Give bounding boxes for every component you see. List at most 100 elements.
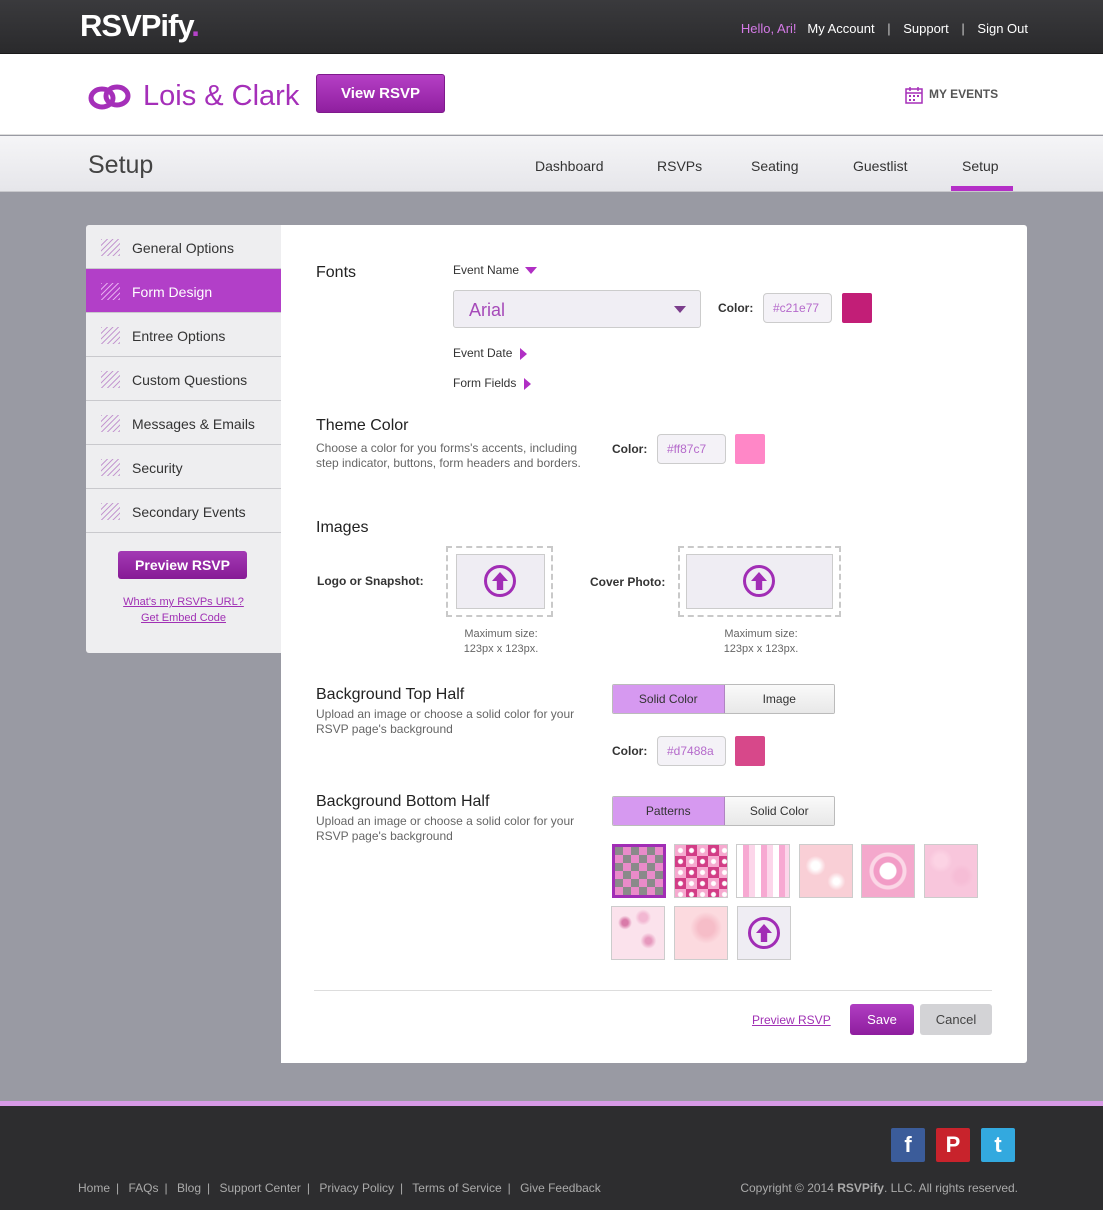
divider [314,990,992,991]
logo-label: Logo or Snapshot: [317,574,424,588]
hatch-icon [101,239,120,256]
bg-top-heading: Background Top Half [316,686,465,703]
pattern-upload[interactable] [737,906,791,960]
sidebar-item-secondary-events[interactable]: Secondary Events [86,489,281,533]
solid-color-option[interactable]: Solid Color [724,797,834,825]
page-title: Setup [88,151,154,179]
chevron-down-icon [674,306,686,313]
hatch-icon [101,371,120,388]
theme-color-heading: Theme Color [316,417,409,434]
my-account-link[interactable]: My Account [807,21,874,36]
fonts-heading: Fonts [316,264,357,281]
patterns-option[interactable]: Patterns [613,797,725,825]
logo-upload-area [456,554,545,609]
sidebar-item-general-options[interactable]: General Options [86,225,281,269]
caret-right-icon [524,377,532,390]
facebook-icon[interactable]: f [891,1128,925,1162]
theme-color-description: Choose a color for you forms's accents, … [316,441,581,470]
bg-top-color-swatch[interactable] [735,736,765,766]
preview-rsvp-link[interactable]: Preview RSVP [752,1013,831,1027]
active-tab-indicator [951,186,1013,191]
font-color-input[interactable]: #c21e77 [763,293,832,323]
rsvp-url-link[interactable]: What's my RSVPs URL? [86,596,281,608]
footer-link-privacy-policy[interactable]: Privacy Policy [319,1181,394,1195]
theme-color-swatch[interactable] [735,434,765,464]
copyright: Copyright © 2014 RSVPify. LLC. All right… [740,1181,1018,1195]
bg-top-color-input[interactable]: #d7488a [657,736,726,766]
font-select[interactable]: Arial [453,290,701,328]
form-fields-toggle[interactable]: Form Fields [453,376,532,390]
footer-link-terms[interactable]: Terms of Service [412,1181,501,1195]
tab-rsvps[interactable]: RSVPs [657,158,702,174]
theme-color-label: Color: [612,442,648,456]
pinterest-icon[interactable]: P [936,1128,970,1162]
footer-link-faqs[interactable]: FAQs [128,1181,158,1195]
images-heading: Images [316,519,369,536]
hatch-icon [101,283,120,300]
logo-max-size: Maximum size: 123px x 123px. [463,628,539,655]
pattern-medallion[interactable] [861,844,915,898]
caret-down-icon [525,267,538,275]
footer-link-feedback[interactable]: Give Feedback [520,1181,601,1195]
nav-bar: Setup Dashboard RSVPs Seating Guestlist … [0,136,1103,192]
footer-link-support-center[interactable]: Support Center [219,1181,300,1195]
bg-top-toggle: Solid Color Image [612,684,835,714]
pattern-paisley[interactable] [611,906,665,960]
preview-rsvp-button[interactable]: Preview RSVP [118,551,247,579]
tab-dashboard[interactable]: Dashboard [535,158,604,174]
hatch-icon [101,503,120,520]
sign-out-link[interactable]: Sign Out [977,21,1028,36]
bg-top-color-label: Color: [612,744,648,758]
hatch-icon [101,459,120,476]
greeting: Hello, Ari! [740,21,797,36]
sidebar-item-custom-questions[interactable]: Custom Questions [86,357,281,401]
view-rsvp-button[interactable]: View RSVP [316,74,445,113]
font-color-swatch[interactable] [842,293,872,323]
my-events-link[interactable]: MY EVENTS [905,86,998,104]
solid-color-option[interactable]: Solid Color [613,685,725,713]
calendar-icon [905,87,923,104]
theme-color-input[interactable]: #ff87c7 [657,434,726,464]
cover-max-size: Maximum size: 123px x 123px. [723,628,799,655]
pattern-stripes[interactable] [736,844,790,898]
cover-upload-dropzone[interactable] [678,546,841,617]
hatch-icon [101,415,120,432]
sidebar-item-security[interactable]: Security [86,445,281,489]
event-name-toggle[interactable]: Event Name [453,263,538,277]
user-links: Hello, Ari! My Account | Support | Sign … [740,21,1028,36]
embed-code-link[interactable]: Get Embed Code [86,612,281,624]
rsvpify-logo[interactable]: RSVPify. [80,8,200,44]
pattern-argyle[interactable] [612,844,666,898]
tab-setup[interactable]: Setup [962,158,999,174]
pattern-snowflake[interactable] [799,844,853,898]
footer-links: Home | FAQs | Blog | Support Center | Privac… [78,1181,601,1195]
sidebar-item-messages-emails[interactable]: Messages & Emails [86,401,281,445]
bg-top-description: Upload an image or choose a solid color … [316,707,575,736]
cancel-button[interactable]: Cancel [920,1004,992,1035]
footer-link-blog[interactable]: Blog [177,1181,201,1195]
bg-bottom-heading: Background Bottom Half [316,793,490,810]
hatch-icon [101,327,120,344]
upload-icon [484,565,516,597]
save-button[interactable]: Save [850,1004,914,1035]
pattern-damask[interactable] [924,844,978,898]
support-link[interactable]: Support [903,21,949,36]
event-date-toggle[interactable]: Event Date [453,346,528,360]
twitter-icon[interactable]: t [981,1128,1015,1162]
cover-upload-area [686,554,833,609]
caret-right-icon [520,347,528,360]
tab-seating[interactable]: Seating [751,158,798,174]
top-bar: RSVPify. Hello, Ari! My Account | Suppor… [0,0,1103,54]
logo-upload-dropzone[interactable] [446,546,553,617]
sidebar-item-entree-options[interactable]: Entree Options [86,313,281,357]
pattern-dots[interactable] [674,844,728,898]
tab-guestlist[interactable]: Guestlist [853,158,907,174]
bg-bottom-toggle: Patterns Solid Color [612,796,835,826]
wedding-rings-icon [88,84,131,110]
sidebar-item-form-design[interactable]: Form Design [86,269,281,313]
image-option[interactable]: Image [724,685,834,713]
form-design-panel: Fonts Event Name Arial Color: #c21e77 Ev… [281,225,1027,1063]
footer-link-home[interactable]: Home [78,1181,110,1195]
bg-bottom-description: Upload an image or choose a solid color … [316,814,575,843]
pattern-floral[interactable] [674,906,728,960]
